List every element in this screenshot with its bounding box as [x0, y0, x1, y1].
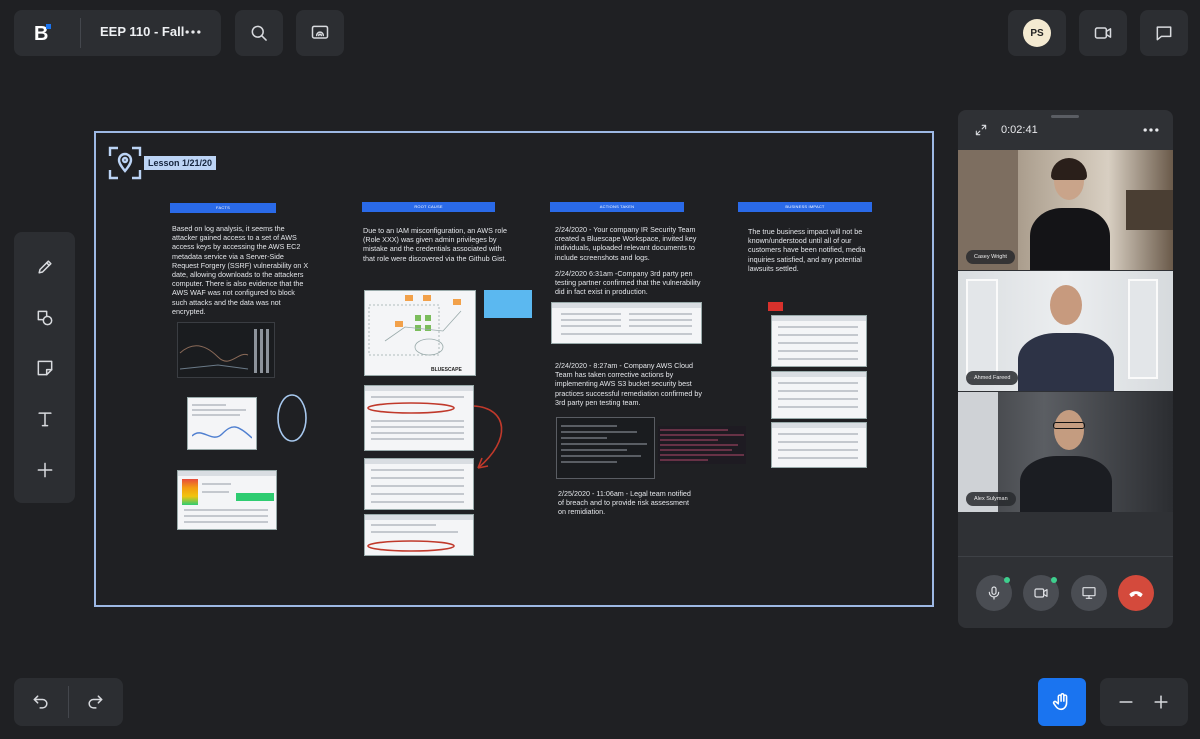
- hand-drawn-arrow[interactable]: [468, 400, 512, 478]
- root-cause-text[interactable]: Due to an IAM misconfiguration, an AWS r…: [363, 226, 508, 263]
- screen-button[interactable]: [1071, 575, 1107, 611]
- column-heading-actions-taken[interactable]: ACTIONS TAKEN: [550, 202, 684, 212]
- tool-palette: [14, 232, 75, 503]
- text-icon[interactable]: [28, 402, 61, 435]
- sticky-note[interactable]: [484, 290, 532, 318]
- log-chart-thumbnail[interactable]: [177, 322, 275, 378]
- more-horizontal-icon[interactable]: [179, 22, 207, 42]
- workspace-menu: B EEP 110 - Fall: [14, 10, 221, 56]
- search-button[interactable]: [235, 10, 283, 56]
- sticky-note-icon[interactable]: [28, 351, 61, 384]
- drag-handle[interactable]: [1051, 115, 1079, 118]
- action-entry[interactable]: 2/24/2020 - Your company IR Security Tea…: [555, 225, 705, 262]
- video-call-button[interactable]: [1079, 10, 1127, 56]
- bluescape-logo-icon[interactable]: B: [30, 20, 56, 46]
- dashboard-thumbnail[interactable]: [177, 470, 277, 530]
- participant-name: Alex Sulyman: [966, 492, 1016, 506]
- participant-name: Casey Wright: [966, 250, 1015, 264]
- action-entry[interactable]: 2/25/2020 - 11:06am - Legal team notifie…: [558, 489, 698, 517]
- settings-screenshot-thumbnail[interactable]: [364, 514, 474, 556]
- frame-title: Lesson 1/21/20: [144, 156, 217, 170]
- search-icon: [249, 23, 269, 43]
- end-call-icon: [1129, 591, 1143, 597]
- flag-marker[interactable]: [768, 302, 783, 311]
- divider: [68, 686, 69, 718]
- redo-icon[interactable]: [85, 692, 105, 712]
- business-impact-text[interactable]: The true business impact will not be kno…: [748, 227, 878, 273]
- participant-tile[interactable]: Casey Wright: [958, 150, 1173, 270]
- shapes-icon[interactable]: [28, 301, 61, 334]
- action-entry[interactable]: 2/24/2020 6:31am -Company 3rd party pen …: [555, 269, 705, 297]
- collapse-icon[interactable]: [970, 120, 992, 140]
- call-timer: 0:02:41: [1001, 124, 1038, 136]
- divider: [80, 18, 81, 48]
- camera-button[interactable]: [1023, 575, 1059, 611]
- active-indicator: [1004, 577, 1010, 583]
- customer-table-thumbnail[interactable]: [771, 315, 867, 367]
- video-camera-icon: [1093, 23, 1113, 43]
- column-heading-business-impact[interactable]: BUSINESS IMPACT: [738, 202, 872, 212]
- zoom-in-icon[interactable]: [1151, 692, 1171, 712]
- lawsuit-table-thumbnail[interactable]: [771, 422, 867, 468]
- video-call-panel: 0:02:41 Casey Wright Ahmed Fareed Alex S…: [958, 110, 1173, 628]
- undo-icon[interactable]: [31, 692, 51, 712]
- log-output-thumbnail[interactable]: [658, 426, 746, 464]
- active-indicator: [1051, 577, 1057, 583]
- chat-button[interactable]: [1140, 10, 1188, 56]
- report-thumbnail[interactable]: [187, 397, 257, 450]
- user-menu[interactable]: PS: [1008, 10, 1066, 56]
- terminal-screenshot-thumbnail[interactable]: [556, 417, 655, 479]
- zoom-controls: [1100, 678, 1188, 726]
- column-heading-facts[interactable]: FACTS: [170, 203, 276, 213]
- add-icon[interactable]: [28, 453, 61, 486]
- svg-text:BLUESCAPE: BLUESCAPE: [431, 367, 463, 373]
- participant-tile[interactable]: Ahmed Fareed: [958, 271, 1173, 391]
- column-heading-root-cause[interactable]: ROOT CAUSE: [362, 202, 495, 212]
- camera-icon: [1034, 588, 1048, 598]
- participant-name: Ahmed Fareed: [966, 371, 1019, 385]
- hand-drawn-circle[interactable]: [274, 392, 310, 444]
- screen-icon: [1082, 587, 1096, 599]
- participant-tile[interactable]: Alex Sulyman: [958, 392, 1173, 512]
- notification-table-thumbnail[interactable]: [771, 371, 867, 419]
- divider: [958, 556, 1173, 557]
- chat-icon: [1154, 23, 1174, 43]
- history-controls: [14, 678, 123, 726]
- pen-test-screenshot-thumbnail[interactable]: [551, 302, 702, 344]
- facts-text[interactable]: Based on log analysis, it seems the atta…: [172, 224, 312, 316]
- architecture-diagram-thumbnail[interactable]: BLUESCAPE: [364, 290, 476, 376]
- more-horizontal-icon[interactable]: [1139, 120, 1163, 140]
- screen-share-button[interactable]: [296, 10, 344, 56]
- end-call-button[interactable]: [1118, 575, 1154, 611]
- pencil-icon[interactable]: [28, 250, 61, 283]
- action-entry[interactable]: 2/24/2020 - 8:27am - Company AWS Cloud T…: [555, 361, 705, 407]
- zoom-out-icon[interactable]: [1116, 692, 1136, 712]
- location-pin-icon: [108, 146, 142, 180]
- microphone-button[interactable]: [976, 575, 1012, 611]
- microphone-icon: [988, 586, 1000, 600]
- hand-icon: [1052, 693, 1068, 711]
- console-screenshot-thumbnail[interactable]: [364, 385, 474, 451]
- frame-label[interactable]: Lesson 1/21/20: [108, 146, 217, 180]
- workspace-title[interactable]: EEP 110 - Fall: [100, 24, 184, 39]
- screen-share-icon: [310, 23, 330, 43]
- avatar[interactable]: PS: [1023, 19, 1051, 47]
- pan-tool-button[interactable]: [1038, 678, 1086, 726]
- table-screenshot-thumbnail[interactable]: [364, 458, 474, 510]
